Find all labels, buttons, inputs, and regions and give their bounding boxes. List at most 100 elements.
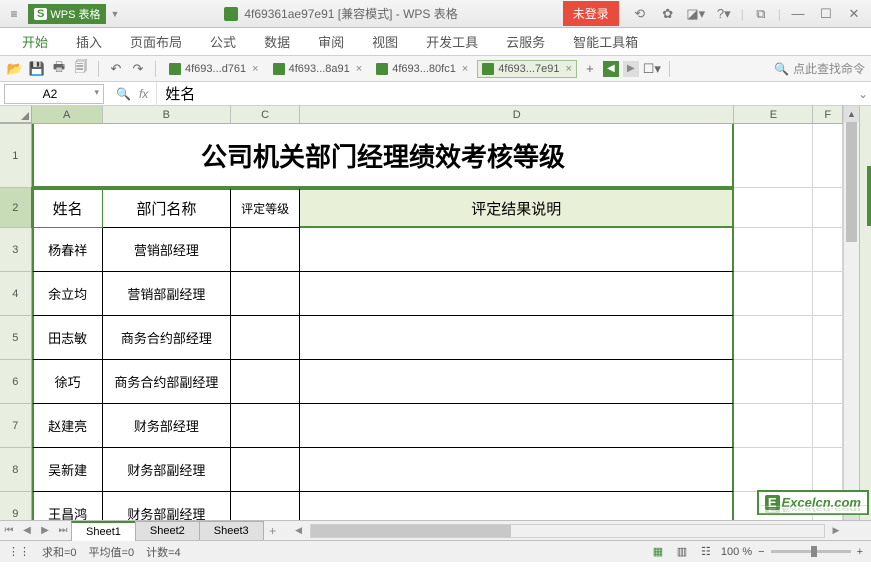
zoom-in-icon[interactable]: +: [857, 546, 863, 558]
login-button[interactable]: 未登录: [563, 1, 619, 26]
expand-formula-icon[interactable]: ⌄: [855, 87, 871, 101]
sheet-tab-3[interactable]: Sheet3: [199, 521, 264, 540]
wps-logo[interactable]: SWPS 表格: [28, 4, 106, 24]
cell-name[interactable]: 田志敏: [32, 316, 103, 360]
window-list-icon[interactable]: ☐▾: [643, 60, 661, 78]
menu-icon[interactable]: ≡: [0, 0, 28, 28]
doc-tab-2[interactable]: 4f693...8a91×: [268, 60, 368, 78]
cell[interactable]: [300, 360, 734, 404]
row-header[interactable]: 1: [0, 124, 32, 188]
ribbon-tab-data[interactable]: 数据: [250, 27, 304, 56]
cell[interactable]: [734, 448, 813, 492]
view-normal-icon[interactable]: ▦: [649, 544, 667, 560]
cell-name[interactable]: 徐巧: [32, 360, 103, 404]
skin-icon[interactable]: ◪▾: [683, 3, 709, 25]
sheet-next-icon[interactable]: ▶: [36, 522, 54, 540]
close-tab-icon[interactable]: ×: [252, 63, 258, 75]
ribbon-tab-review[interactable]: 审阅: [304, 27, 358, 56]
doc-tab-4[interactable]: 4f693...7e91×: [477, 60, 577, 78]
close-button[interactable]: ✕: [841, 3, 867, 25]
caret-down-icon[interactable]: ▼: [110, 9, 119, 19]
col-header-d[interactable]: D: [300, 106, 734, 123]
row-header[interactable]: 9: [0, 492, 32, 520]
ribbon-tab-smart[interactable]: 智能工具箱: [559, 27, 652, 56]
view-break-icon[interactable]: ☷: [697, 544, 715, 560]
row-header[interactable]: 4: [0, 272, 32, 316]
cell-name[interactable]: 王昌鸿: [32, 492, 103, 520]
cell[interactable]: [300, 492, 734, 520]
cell-dept[interactable]: 财务部副经理: [103, 448, 231, 492]
cell[interactable]: [734, 124, 813, 188]
zoom-out-icon[interactable]: −: [758, 546, 764, 558]
grid-body[interactable]: 1 公司机关部门经理绩效考核等级 2 姓名 部门名称 评定等级 评定结果说明 3…: [0, 124, 843, 520]
formula-input[interactable]: 姓名: [156, 80, 855, 107]
preview-icon[interactable]: 🗐: [72, 60, 90, 78]
cell[interactable]: [813, 448, 843, 492]
sheet-prev-icon[interactable]: ◀: [18, 522, 36, 540]
scroll-thumb[interactable]: [846, 122, 857, 242]
sheet-last-icon[interactable]: ⏭: [54, 522, 72, 540]
ribbon-tab-view[interactable]: 视图: [358, 27, 412, 56]
doc-tab-3[interactable]: 4f693...80fc1×: [371, 60, 473, 78]
vertical-scrollbar[interactable]: ▲ ▼: [843, 106, 859, 520]
close-tab-icon[interactable]: ×: [462, 63, 468, 75]
header-desc[interactable]: 评定结果说明: [300, 188, 734, 228]
ribbon-tab-start[interactable]: 开始: [8, 27, 62, 56]
select-all-corner[interactable]: [0, 106, 32, 123]
col-header-a[interactable]: A: [32, 106, 103, 123]
cell[interactable]: [734, 360, 813, 404]
sync-icon[interactable]: ⟲: [627, 3, 653, 25]
sheet-first-icon[interactable]: ⏮: [0, 522, 18, 540]
cell[interactable]: [231, 272, 300, 316]
cell-dept[interactable]: 财务部经理: [103, 404, 231, 448]
cell[interactable]: [300, 272, 734, 316]
cell[interactable]: [231, 492, 300, 520]
cell[interactable]: [300, 448, 734, 492]
header-name[interactable]: 姓名: [32, 188, 103, 228]
zoom-value[interactable]: 100 %: [721, 546, 752, 558]
header-grade[interactable]: 评定等级: [231, 188, 300, 228]
cell[interactable]: [813, 188, 843, 228]
cell-dept[interactable]: 财务部副经理: [103, 492, 231, 520]
cell-name[interactable]: 余立均: [32, 272, 103, 316]
scroll-up-icon[interactable]: ▲: [844, 106, 859, 122]
menu-dots-icon[interactable]: ⋮⋮: [8, 545, 30, 558]
zoom-slider[interactable]: [771, 550, 851, 553]
horizontal-scrollbar[interactable]: [310, 524, 825, 538]
title-cell[interactable]: 公司机关部门经理绩效考核等级: [32, 124, 735, 188]
cell-dept[interactable]: 商务合约部副经理: [103, 360, 231, 404]
cell[interactable]: [231, 448, 300, 492]
cancel-icon[interactable]: 🔍: [116, 87, 131, 101]
doc-tab-1[interactable]: 4f693...d761×: [164, 60, 264, 78]
cell[interactable]: [813, 272, 843, 316]
row-header[interactable]: 8: [0, 448, 32, 492]
open-icon[interactable]: 📂: [6, 60, 24, 78]
row-header[interactable]: 6: [0, 360, 32, 404]
cell[interactable]: [734, 272, 813, 316]
cell[interactable]: [813, 404, 843, 448]
nav-right-icon[interactable]: ▶: [623, 61, 639, 77]
ribbon-tab-insert[interactable]: 插入: [62, 27, 116, 56]
nav-left-icon[interactable]: ◀: [603, 61, 619, 77]
cell[interactable]: [300, 404, 734, 448]
cell[interactable]: [231, 228, 300, 272]
fx-icon[interactable]: fx: [139, 87, 148, 101]
sheet-tab-1[interactable]: Sheet1: [71, 521, 136, 541]
cell-name[interactable]: 赵建亮: [32, 404, 103, 448]
col-header-f[interactable]: F: [813, 106, 843, 123]
cell-name[interactable]: 杨春祥: [32, 228, 103, 272]
view-page-icon[interactable]: ▥: [673, 544, 691, 560]
gear-icon[interactable]: ✿: [655, 3, 681, 25]
cell[interactable]: [734, 316, 813, 360]
cell[interactable]: [734, 228, 813, 272]
header-dept[interactable]: 部门名称: [103, 188, 231, 228]
add-tab-icon[interactable]: +: [581, 60, 599, 78]
add-sheet-icon[interactable]: +: [264, 524, 282, 538]
cell[interactable]: [734, 188, 813, 228]
ribbon-tab-layout[interactable]: 页面布局: [116, 27, 196, 56]
cell[interactable]: [813, 228, 843, 272]
sheet-tab-2[interactable]: Sheet2: [135, 521, 200, 540]
cell-dept[interactable]: 营销部副经理: [103, 272, 231, 316]
row-header[interactable]: 5: [0, 316, 32, 360]
cell[interactable]: [231, 360, 300, 404]
